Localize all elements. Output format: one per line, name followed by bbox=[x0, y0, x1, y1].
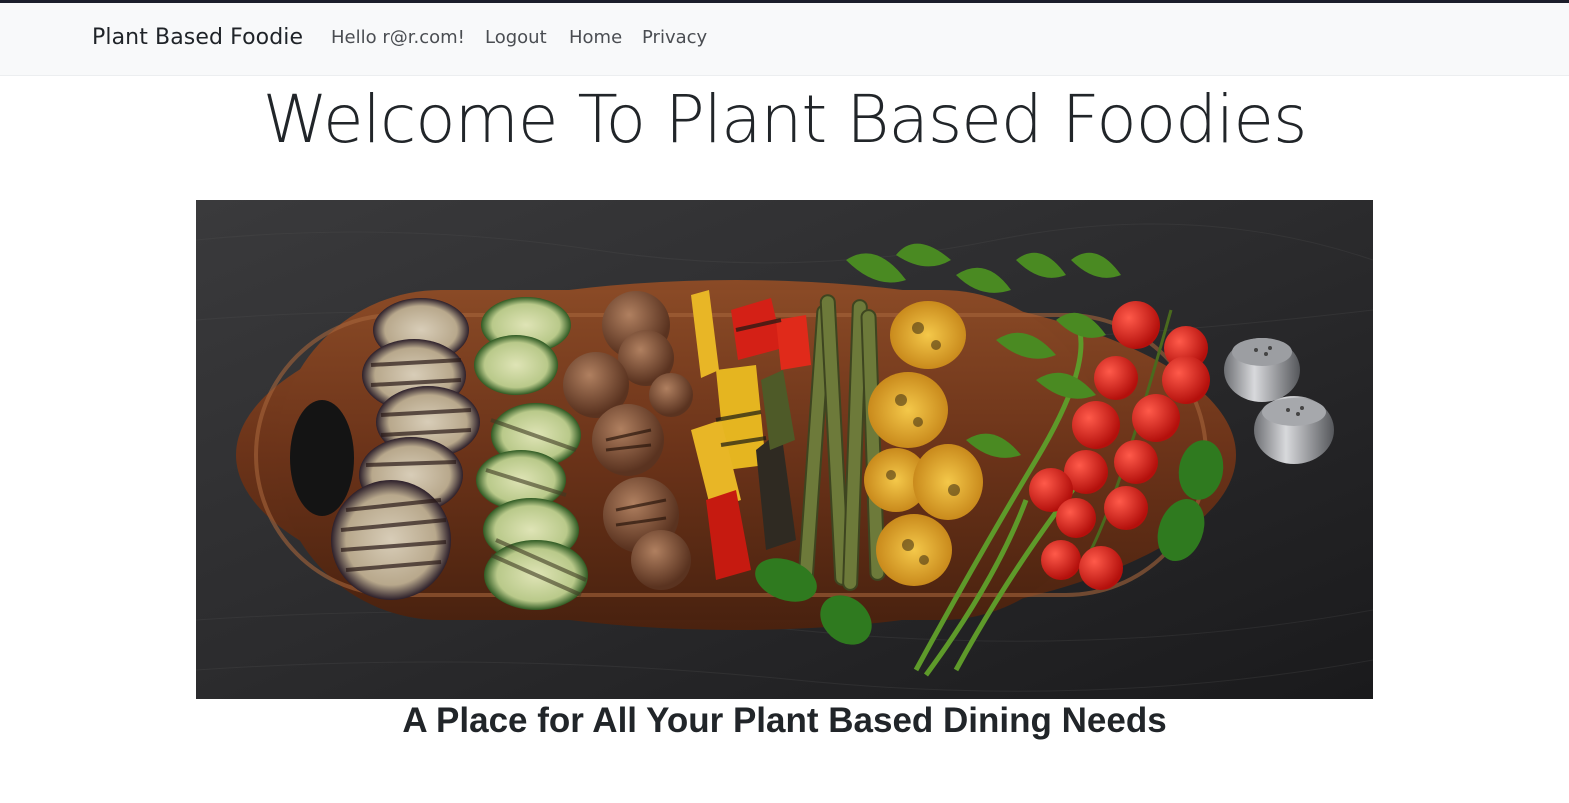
nav-logout-link[interactable]: Logout bbox=[485, 27, 547, 48]
hero-image bbox=[196, 200, 1373, 699]
page-title: Welcome To Plant Based Foodies bbox=[262, 81, 1308, 158]
nav-home-link[interactable]: Home bbox=[569, 27, 622, 48]
nav-user-greeting[interactable]: Hello r@r.com! bbox=[331, 27, 465, 48]
brand-link[interactable]: Plant Based Foodie bbox=[92, 25, 303, 50]
tagline: A Place for All Your Plant Based Dining … bbox=[402, 701, 1167, 740]
navbar: Plant Based Foodie Hello r@r.com! Logout… bbox=[0, 3, 1569, 76]
nav-privacy-link[interactable]: Privacy bbox=[642, 27, 707, 48]
